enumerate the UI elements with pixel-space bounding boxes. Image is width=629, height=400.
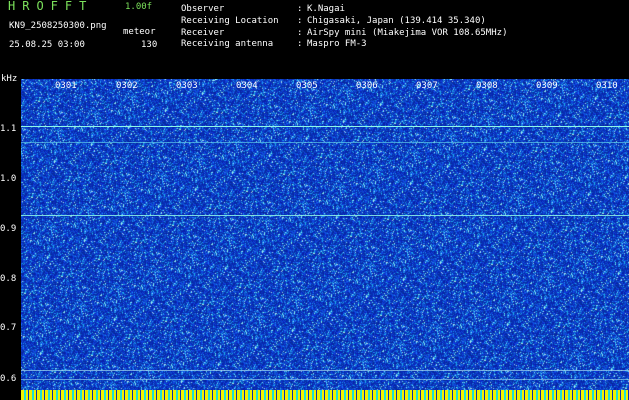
time-tick: 0304 <box>236 81 258 91</box>
app-title: HROFFT <box>8 0 94 13</box>
antenna-colon: : <box>297 39 303 49</box>
time-tick: 0307 <box>416 81 438 91</box>
signal-line <box>21 142 629 143</box>
time-tick: 0306 <box>356 81 378 91</box>
antenna-label: Receiving antenna <box>181 39 274 49</box>
antenna-value: Maspro FM-3 <box>307 39 367 49</box>
meteor-label: meteor <box>123 27 156 37</box>
spectrogram <box>21 79 629 400</box>
time-tick: 0302 <box>116 81 138 91</box>
time-tick: 0308 <box>476 81 498 91</box>
y-tick: 0.9 <box>0 224 17 234</box>
file-datetime: 25.08.25 03:00 <box>9 40 85 50</box>
time-tick: 0309 <box>536 81 558 91</box>
location-label: Receiving Location <box>181 16 279 26</box>
time-tick: 0310 <box>596 81 618 91</box>
y-tick: 0.7 <box>0 323 17 333</box>
spectrogram-noise <box>21 79 629 400</box>
header-panel: HROFFT 1.00f KN9_2508250300.png meteor 2… <box>0 0 629 78</box>
time-tick: 0301 <box>55 81 77 91</box>
app-version: 1.00f <box>125 2 153 12</box>
time-tick: 0305 <box>296 81 318 91</box>
receiver-colon: : <box>297 28 303 38</box>
observer-label: Observer <box>181 4 225 14</box>
receiver-label: Receiver <box>181 28 225 38</box>
y-tick: 0.8 <box>0 274 17 284</box>
y-tick: 1.0 <box>0 174 17 184</box>
file-name: KN9_2508250300.png <box>9 21 107 31</box>
signal-line <box>21 379 629 380</box>
location-colon: : <box>297 16 303 26</box>
meteor-count: 130 <box>141 40 158 50</box>
receiver-value: AirSpy mini (Miakejima VOR 108.65MHz) <box>307 28 508 38</box>
y-tick: 1.1 <box>0 124 17 134</box>
frequency-unit: kHz <box>1 74 18 84</box>
observer-colon: : <box>297 4 303 14</box>
signal-level-bar <box>21 390 629 400</box>
signal-line <box>21 370 629 371</box>
time-tick: 0303 <box>176 81 198 91</box>
signal-line <box>21 215 629 216</box>
signal-line <box>21 126 629 127</box>
y-tick: 0.6 <box>0 374 17 384</box>
location-value: Chigasaki, Japan (139.414 35.340) <box>307 16 486 26</box>
observer-value: K.Nagai <box>307 4 345 14</box>
